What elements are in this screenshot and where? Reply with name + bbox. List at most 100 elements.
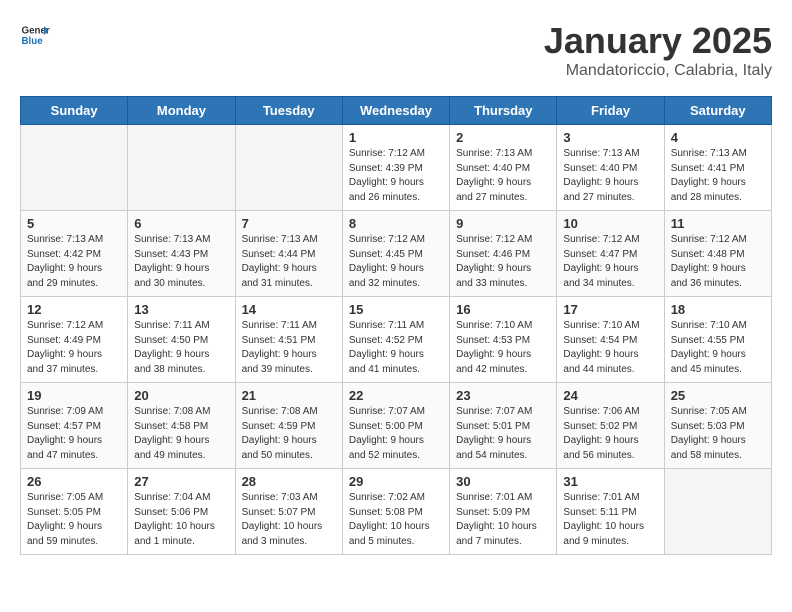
day-info: Sunrise: 7:07 AM Sunset: 5:01 PM Dayligh… <box>456 405 550 463</box>
calendar-day-28: 28 Sunrise: 7:03 AM Sunset: 5:07 PM Dayli… <box>235 469 342 555</box>
day-info: Sunrise: 7:01 AM Sunset: 5:09 PM Dayligh… <box>456 491 550 549</box>
weekday-header-tuesday: Tuesday <box>235 97 342 125</box>
calendar-day-7: 7 Sunrise: 7:13 AM Sunset: 4:44 PM Daylig… <box>235 211 342 297</box>
calendar-day-16: 16 Sunrise: 7:10 AM Sunset: 4:53 PM Dayli… <box>450 297 557 383</box>
day-info: Sunrise: 7:05 AM Sunset: 5:05 PM Dayligh… <box>27 491 121 549</box>
calendar-week-row: 19Sunrise: 7:09 AM Sunset: 4:57 PM Dayli… <box>21 383 772 469</box>
day-number: 17 <box>563 302 657 317</box>
day-info: Sunrise: 7:10 AM Sunset: 4:55 PM Dayligh… <box>671 319 765 377</box>
calendar-table: SundayMondayTuesdayWednesdayThursdayFrid… <box>20 96 772 555</box>
day-info: Sunrise: 7:06 AM Sunset: 5:02 PM Dayligh… <box>563 405 657 463</box>
day-number: 23 <box>456 388 550 403</box>
day-number: 30 <box>456 474 550 489</box>
day-info: Sunrise: 7:13 AM Sunset: 4:44 PM Dayligh… <box>242 233 336 291</box>
day-number: 5 <box>27 216 121 231</box>
calendar-day-3: 3 Sunrise: 7:13 AM Sunset: 4:40 PM Daylig… <box>557 125 664 211</box>
day-info: Sunrise: 7:10 AM Sunset: 4:53 PM Dayligh… <box>456 319 550 377</box>
day-info: Sunrise: 7:13 AM Sunset: 4:42 PM Dayligh… <box>27 233 121 291</box>
day-info: Sunrise: 7:11 AM Sunset: 4:51 PM Dayligh… <box>242 319 336 377</box>
calendar-day-15: 15 Sunrise: 7:11 AM Sunset: 4:52 PM Dayli… <box>342 297 449 383</box>
calendar-title: January 2025 <box>544 20 772 62</box>
weekday-header-thursday: Thursday <box>450 97 557 125</box>
calendar-week-row: 12 Sunrise: 7:12 AM Sunset: 4:49 PM Dayli… <box>21 297 772 383</box>
day-info: Sunrise: 7:08 AM Sunset: 4:58 PM Dayligh… <box>134 405 228 463</box>
day-info: Sunrise: 7:12 AM Sunset: 4:45 PM Dayligh… <box>349 233 443 291</box>
calendar-day-29: 29Sunrise: 7:02 AM Sunset: 5:08 PM Dayli… <box>342 469 449 555</box>
calendar-week-row: 5 Sunrise: 7:13 AM Sunset: 4:42 PM Daylig… <box>21 211 772 297</box>
day-number: 2 <box>456 130 550 145</box>
day-number: 18 <box>671 302 765 317</box>
calendar-day-18: 18 Sunrise: 7:10 AM Sunset: 4:55 PM Dayli… <box>664 297 771 383</box>
calendar-day-17: 17 Sunrise: 7:10 AM Sunset: 4:54 PM Dayli… <box>557 297 664 383</box>
title-area: January 2025 Mandatoriccio, Calabria, It… <box>544 20 772 80</box>
day-number: 27 <box>134 474 228 489</box>
day-number: 7 <box>242 216 336 231</box>
weekday-header-wednesday: Wednesday <box>342 97 449 125</box>
calendar-day-5: 5 Sunrise: 7:13 AM Sunset: 4:42 PM Daylig… <box>21 211 128 297</box>
day-info: Sunrise: 7:10 AM Sunset: 4:54 PM Dayligh… <box>563 319 657 377</box>
day-number: 19 <box>27 388 121 403</box>
svg-text:Blue: Blue <box>22 36 44 47</box>
day-number: 25 <box>671 388 765 403</box>
calendar-empty-cell <box>235 125 342 211</box>
calendar-empty-cell <box>21 125 128 211</box>
day-info: Sunrise: 7:04 AM Sunset: 5:06 PM Dayligh… <box>134 491 228 549</box>
day-number: 20 <box>134 388 228 403</box>
day-info: Sunrise: 7:12 AM Sunset: 4:49 PM Dayligh… <box>27 319 121 377</box>
calendar-day-21: 21 Sunrise: 7:08 AM Sunset: 4:59 PM Dayli… <box>235 383 342 469</box>
calendar-day-6: 6 Sunrise: 7:13 AM Sunset: 4:43 PM Daylig… <box>128 211 235 297</box>
day-number: 21 <box>242 388 336 403</box>
day-number: 8 <box>349 216 443 231</box>
weekday-header-monday: Monday <box>128 97 235 125</box>
calendar-day-12: 12 Sunrise: 7:12 AM Sunset: 4:49 PM Dayli… <box>21 297 128 383</box>
day-number: 6 <box>134 216 228 231</box>
calendar-day-19: 19Sunrise: 7:09 AM Sunset: 4:57 PM Dayli… <box>21 383 128 469</box>
day-info: Sunrise: 7:13 AM Sunset: 4:40 PM Dayligh… <box>456 147 550 205</box>
calendar-day-11: 11Sunrise: 7:12 AM Sunset: 4:48 PM Dayli… <box>664 211 771 297</box>
calendar-empty-cell <box>128 125 235 211</box>
calendar-day-22: 22 Sunrise: 7:07 AM Sunset: 5:00 PM Dayli… <box>342 383 449 469</box>
day-info: Sunrise: 7:11 AM Sunset: 4:52 PM Dayligh… <box>349 319 443 377</box>
calendar-day-13: 13Sunrise: 7:11 AM Sunset: 4:50 PM Dayli… <box>128 297 235 383</box>
day-info: Sunrise: 7:08 AM Sunset: 4:59 PM Dayligh… <box>242 405 336 463</box>
day-info: Sunrise: 7:12 AM Sunset: 4:47 PM Dayligh… <box>563 233 657 291</box>
day-number: 16 <box>456 302 550 317</box>
weekday-header-row: SundayMondayTuesdayWednesdayThursdayFrid… <box>21 97 772 125</box>
day-number: 15 <box>349 302 443 317</box>
day-info: Sunrise: 7:07 AM Sunset: 5:00 PM Dayligh… <box>349 405 443 463</box>
day-info: Sunrise: 7:03 AM Sunset: 5:07 PM Dayligh… <box>242 491 336 549</box>
day-info: Sunrise: 7:13 AM Sunset: 4:40 PM Dayligh… <box>563 147 657 205</box>
day-number: 13 <box>134 302 228 317</box>
day-number: 26 <box>27 474 121 489</box>
calendar-day-4: 4Sunrise: 7:13 AM Sunset: 4:41 PM Daylig… <box>664 125 771 211</box>
day-number: 29 <box>349 474 443 489</box>
weekday-header-sunday: Sunday <box>21 97 128 125</box>
day-info: Sunrise: 7:13 AM Sunset: 4:41 PM Dayligh… <box>671 147 765 205</box>
calendar-day-1: 1Sunrise: 7:12 AM Sunset: 4:39 PM Daylig… <box>342 125 449 211</box>
day-number: 12 <box>27 302 121 317</box>
day-info: Sunrise: 7:01 AM Sunset: 5:11 PM Dayligh… <box>563 491 657 549</box>
day-number: 24 <box>563 388 657 403</box>
day-number: 28 <box>242 474 336 489</box>
calendar-subtitle: Mandatoriccio, Calabria, Italy <box>544 62 772 80</box>
day-info: Sunrise: 7:12 AM Sunset: 4:46 PM Dayligh… <box>456 233 550 291</box>
weekday-header-saturday: Saturday <box>664 97 771 125</box>
calendar-day-27: 27 Sunrise: 7:04 AM Sunset: 5:06 PM Dayli… <box>128 469 235 555</box>
logo-icon: General Blue <box>20 20 50 50</box>
day-number: 1 <box>349 130 443 145</box>
calendar-day-9: 9Sunrise: 7:12 AM Sunset: 4:46 PM Daylig… <box>450 211 557 297</box>
header: General Blue January 2025 Mandatoriccio,… <box>20 20 772 80</box>
calendar-day-31: 31 Sunrise: 7:01 AM Sunset: 5:11 PM Dayli… <box>557 469 664 555</box>
calendar-day-20: 20 Sunrise: 7:08 AM Sunset: 4:58 PM Dayli… <box>128 383 235 469</box>
day-number: 14 <box>242 302 336 317</box>
day-number: 22 <box>349 388 443 403</box>
day-number: 31 <box>563 474 657 489</box>
calendar-day-10: 10 Sunrise: 7:12 AM Sunset: 4:47 PM Dayli… <box>557 211 664 297</box>
day-info: Sunrise: 7:05 AM Sunset: 5:03 PM Dayligh… <box>671 405 765 463</box>
day-info: Sunrise: 7:13 AM Sunset: 4:43 PM Dayligh… <box>134 233 228 291</box>
calendar-day-25: 25 Sunrise: 7:05 AM Sunset: 5:03 PM Dayli… <box>664 383 771 469</box>
day-number: 3 <box>563 130 657 145</box>
day-number: 10 <box>563 216 657 231</box>
weekday-header-friday: Friday <box>557 97 664 125</box>
calendar-day-2: 2 Sunrise: 7:13 AM Sunset: 4:40 PM Daylig… <box>450 125 557 211</box>
